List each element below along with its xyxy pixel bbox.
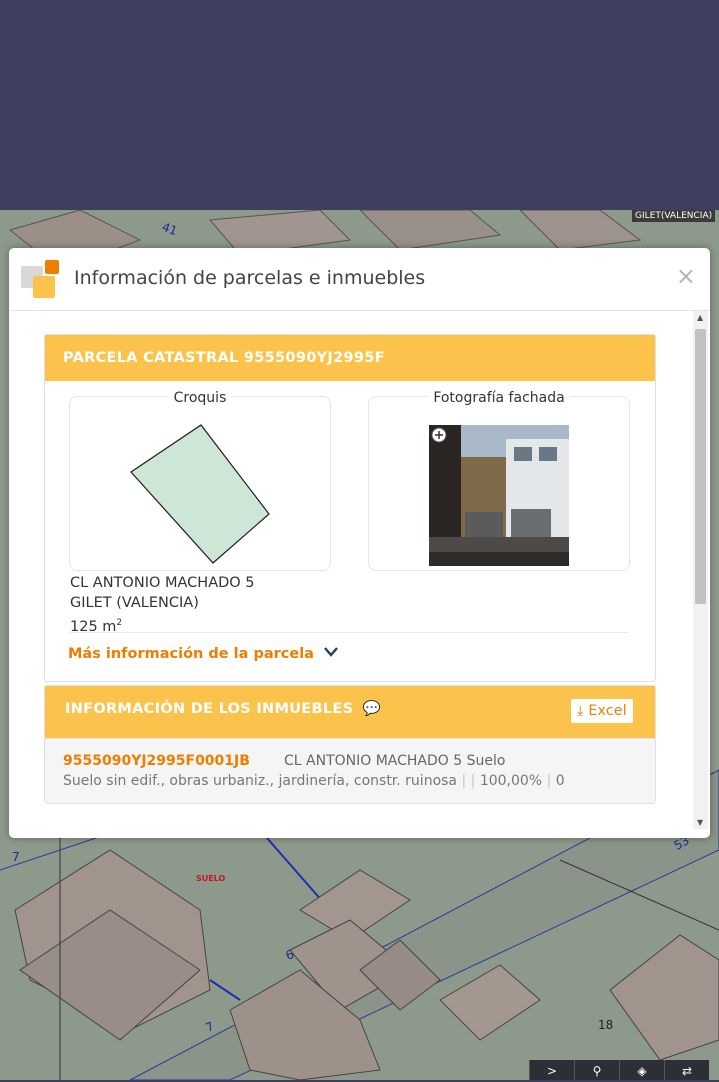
chevron-right-icon[interactable]: >: [529, 1060, 574, 1080]
dialog-scroll-content[interactable]: PARCELA CATASTRAL 9555090YJ2995F Croquis…: [9, 311, 710, 829]
scroll-thumb[interactable]: [695, 329, 706, 604]
more-info-link[interactable]: Más información de la parcela: [68, 646, 314, 662]
dialog-scrollbar[interactable]: ▲ ▼: [693, 311, 708, 829]
inmuebles-panel: INFORMACIÓN DE LOS INMUEBLES 💬 ⤓ Excel 9…: [44, 685, 656, 804]
chevron-down-icon[interactable]: [323, 645, 339, 659]
dialog-title: Información de parcelas e inmuebles: [74, 267, 426, 289]
excel-label: Excel: [588, 703, 627, 719]
download-icon: ⤓: [577, 703, 584, 719]
inmueble-id-link[interactable]: 9555090YJ2995F0001JB: [63, 753, 250, 769]
map-number-18: 18: [598, 1018, 614, 1032]
parcela-header: PARCELA CATASTRAL 9555090YJ2995F: [45, 335, 655, 381]
foto-title: Fotografía fachada: [428, 390, 570, 406]
close-icon[interactable]: ×: [676, 264, 696, 288]
parcela-body: Croquis Fotografía fachada CL ANTONIO MA…: [45, 381, 655, 681]
layers-icon[interactable]: ◈: [619, 1060, 664, 1080]
address-line-1: CL ANTONIO MACHADO 5: [70, 575, 255, 591]
divider: [70, 632, 628, 633]
inmueble-description: Suelo sin edif., obras urbaniz., jardine…: [63, 773, 565, 789]
top-dark-band: [0, 0, 719, 210]
parcel-address: CL ANTONIO MACHADO 5 GILET (VALENCIA) 12…: [70, 573, 255, 637]
dialog-header: Información de parcelas e inmuebles ×: [9, 248, 710, 311]
inmueble-row[interactable]: 9555090YJ2995F0001JB CL ANTONIO MACHADO …: [45, 738, 655, 803]
search-icon[interactable]: ⚲: [574, 1060, 619, 1080]
map-number-7a: 7: [12, 850, 20, 864]
address-line-2: GILET (VALENCIA): [70, 595, 199, 611]
parcel-area: 125 m2: [70, 618, 123, 635]
croquis-card: Croquis: [69, 390, 331, 571]
inmuebles-header: INFORMACIÓN DE LOS INMUEBLES 💬 ⤓ Excel: [45, 686, 655, 738]
parcel-sketch: [130, 424, 270, 564]
scroll-down-icon[interactable]: ▼: [697, 818, 703, 827]
scroll-up-icon[interactable]: ▲: [697, 313, 703, 322]
swap-icon[interactable]: ⇄: [664, 1060, 709, 1080]
suelo-label: SUELO: [196, 874, 226, 883]
parcel-info-dialog: Información de parcelas e inmuebles × PA…: [9, 248, 710, 838]
excel-export-button[interactable]: ⤓ Excel: [571, 699, 633, 723]
catastro-logo-icon: [21, 260, 61, 300]
inmuebles-title: INFORMACIÓN DE LOS INMUEBLES: [65, 701, 354, 717]
inmueble-address: CL ANTONIO MACHADO 5 Suelo: [284, 753, 506, 769]
map-toolbar: > ⚲ ◈ ⇄: [529, 1060, 719, 1080]
facade-photo[interactable]: [369, 397, 629, 570]
comment-icon[interactable]: 💬: [363, 701, 381, 717]
foto-card: Fotografía fachada: [368, 390, 630, 571]
croquis-title: Croquis: [168, 390, 232, 406]
region-label: GILET(VALENCIA): [632, 210, 716, 222]
parcela-panel: PARCELA CATASTRAL 9555090YJ2995F Croquis…: [44, 334, 656, 682]
